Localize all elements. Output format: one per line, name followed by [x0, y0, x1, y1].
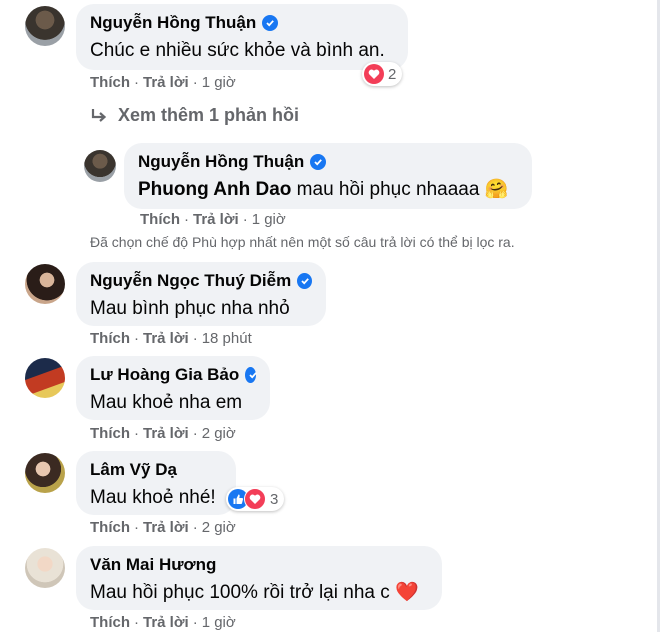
comment-author[interactable]: Nguyễn Ngọc Thuý Diễm	[90, 270, 312, 292]
comment-bubble: Nguyễn Ngọc Thuý Diễm Mau bình phục nha …	[76, 262, 326, 326]
comment-author[interactable]: Nguyễn Hồng Thuận	[138, 151, 518, 173]
comment-author[interactable]: Lâm Vỹ Dạ	[90, 459, 222, 481]
author-name[interactable]: Lư Hoàng Gia Bảo	[90, 364, 239, 386]
avatar[interactable]	[25, 548, 65, 588]
comment-author[interactable]: Nguyễn Hồng Thuận	[90, 12, 394, 34]
comment-text: Mau khoẻ nhé!	[90, 487, 216, 508]
like-button[interactable]: Thích	[90, 519, 130, 536]
comment-actions: Thích · Trả lời · 18 phút	[90, 330, 252, 347]
filter-notice: Đã chọn chế độ Phù hợp nhất nên một số c…	[90, 234, 515, 250]
like-button[interactable]: Thích	[90, 74, 130, 91]
comment-text: Mau bình phục nha nhỏ	[90, 298, 290, 319]
like-button[interactable]: Thích	[90, 614, 130, 631]
reaction-count: 2	[388, 65, 397, 83]
reply-button[interactable]: Trả lời	[143, 330, 189, 347]
view-more-replies-label: Xem thêm 1 phản hồi	[118, 105, 300, 125]
comment-actions: Thích · Trả lời · 2 giờ	[90, 425, 236, 442]
verified-badge-icon	[297, 273, 312, 289]
comment-bubble: Lâm Vỹ Dạ Mau khoẻ nhé!	[76, 451, 236, 515]
avatar[interactable]	[25, 264, 65, 304]
love-reaction-icon	[364, 64, 384, 84]
reply-arrow-icon	[90, 108, 108, 124]
comment-text: Mau hồi phục 100% rồi trở lại nha c ❤️	[90, 582, 419, 603]
verified-badge-icon	[245, 367, 258, 383]
comment-bubble: Văn Mai Hương Mau hồi phục 100% rồi trở …	[76, 546, 442, 610]
comment-text: Chúc e nhiều sức khỏe và bình an.	[90, 40, 385, 61]
reply-bubble: Nguyễn Hồng Thuận Phuong Anh Dao mau hồi…	[124, 143, 532, 209]
reply-button[interactable]: Trả lời	[143, 519, 189, 536]
reply-button[interactable]: Trả lời	[143, 425, 189, 442]
comment-author[interactable]: Lư Hoàng Gia Bảo	[90, 364, 258, 386]
comment-actions: Thích · Trả lời · 2 giờ	[90, 519, 236, 536]
timestamp[interactable]: 2 giờ	[202, 425, 236, 442]
timestamp[interactable]: 1 giờ	[202, 614, 236, 631]
reaction-count: 3	[270, 490, 279, 508]
reply-button[interactable]: Trả lời	[193, 211, 239, 228]
reply-button[interactable]: Trả lời	[143, 74, 189, 91]
mention-link[interactable]: Phuong Anh Dao	[138, 179, 291, 200]
avatar[interactable]	[84, 150, 116, 182]
author-name[interactable]: Lâm Vỹ Dạ	[90, 459, 177, 481]
author-name[interactable]: Nguyễn Hồng Thuận	[90, 12, 256, 34]
reaction-summary[interactable]: 2	[362, 62, 403, 86]
author-name[interactable]: Nguyễn Hồng Thuận	[138, 151, 304, 173]
like-button[interactable]: Thích	[90, 330, 130, 347]
author-name[interactable]: Văn Mai Hương	[90, 554, 216, 576]
comment-actions: Thích · Trả lời · 1 giờ	[140, 211, 286, 228]
comment-actions: Thích · Trả lời · 1 giờ	[90, 74, 236, 91]
like-button[interactable]: Thích	[140, 211, 180, 228]
reaction-summary[interactable]: 3	[226, 487, 285, 511]
comment-author[interactable]: Văn Mai Hương	[90, 554, 428, 576]
timestamp[interactable]: 18 phút	[202, 330, 252, 347]
verified-badge-icon	[262, 15, 279, 31]
verified-badge-icon	[310, 154, 327, 170]
reply-text: mau hồi phục nhaaaa 🤗	[291, 179, 509, 200]
reply-button[interactable]: Trả lời	[143, 614, 189, 631]
avatar[interactable]	[25, 6, 65, 46]
avatar[interactable]	[25, 358, 65, 398]
comment-text: Mau khoẻ nha em	[90, 392, 243, 413]
comment-text: Phuong Anh Dao mau hồi phục nhaaaa 🤗	[138, 177, 518, 203]
author-name[interactable]: Nguyễn Ngọc Thuý Diễm	[90, 270, 291, 292]
view-more-replies-link[interactable]: Xem thêm 1 phản hồi	[90, 105, 299, 126]
comment-actions: Thích · Trả lời · 1 giờ	[90, 614, 236, 631]
comment-bubble: Lư Hoàng Gia Bảo Mau khoẻ nha em	[76, 356, 270, 420]
timestamp[interactable]: 2 giờ	[202, 519, 236, 536]
love-reaction-icon	[244, 488, 266, 510]
comment-bubble: Nguyễn Hồng Thuận Chúc e nhiều sức khỏe …	[76, 4, 408, 70]
timestamp[interactable]: 1 giờ	[252, 211, 286, 228]
like-button[interactable]: Thích	[90, 425, 130, 442]
timestamp[interactable]: 1 giờ	[202, 74, 236, 91]
avatar[interactable]	[25, 453, 65, 493]
